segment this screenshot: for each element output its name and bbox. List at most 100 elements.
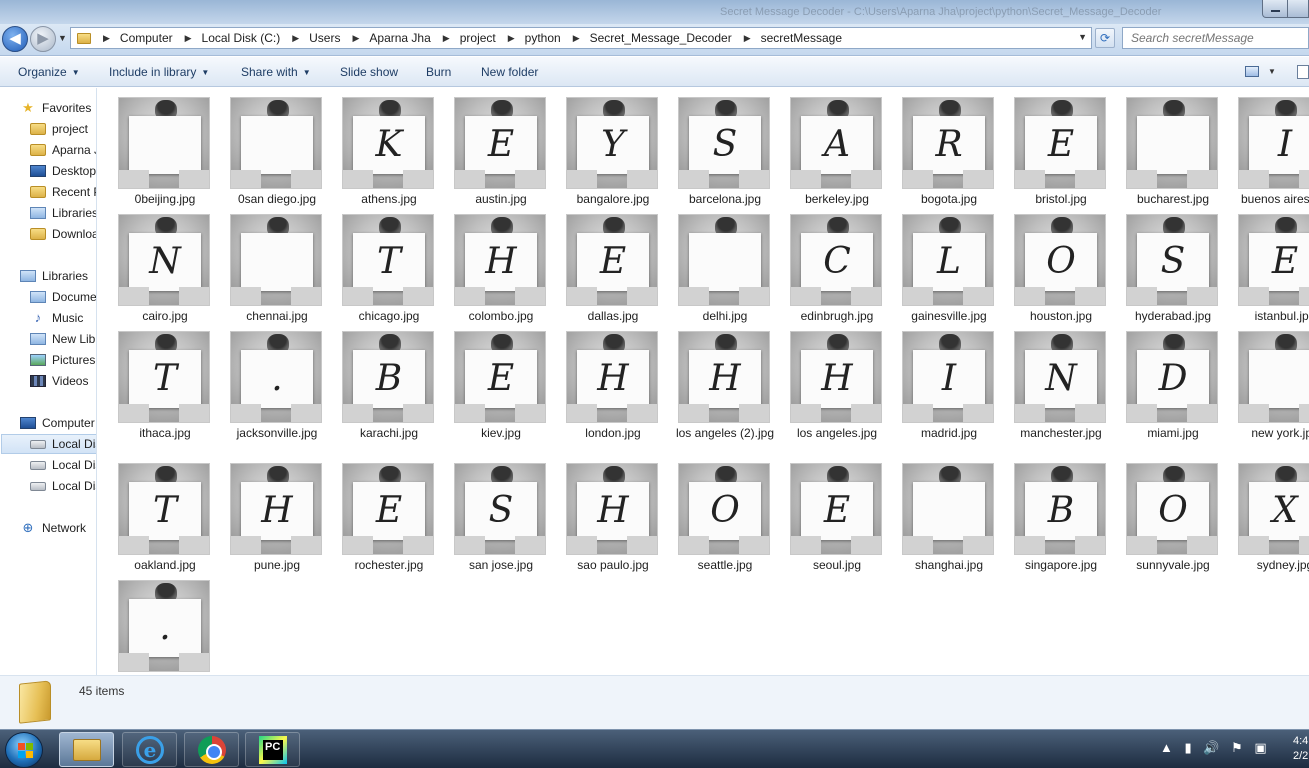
- taskbar-explorer-button[interactable]: [59, 732, 114, 767]
- file-item[interactable]: . jacksonville.jpg: [210, 322, 322, 441]
- nav-item[interactable]: New Libr: [30, 329, 96, 349]
- file-item[interactable]: Ibuenos aires.jpg: [1218, 88, 1309, 207]
- refresh-button[interactable]: ⟳: [1095, 28, 1115, 48]
- file-item[interactable]: Hcolombo.jpg: [434, 205, 546, 324]
- volume-icon[interactable]: 🔊: [1203, 740, 1219, 755]
- show-hidden-icons-icon[interactable]: ▲: [1160, 740, 1173, 755]
- file-item[interactable]: Osunnyvale.jpg: [1106, 454, 1218, 573]
- nav-item[interactable]: project: [30, 119, 88, 139]
- taskbar-pycharm-button[interactable]: PC: [245, 732, 300, 767]
- file-item[interactable]: Cedinbrugh.jpg: [770, 205, 882, 324]
- taskbar-ie-button[interactable]: e: [122, 732, 177, 767]
- start-button[interactable]: [5, 732, 43, 768]
- taskbar-chrome-button[interactable]: [184, 732, 239, 767]
- breadcrumb-item[interactable]: python: [525, 31, 561, 45]
- file-item[interactable]: Eseoul.jpg: [770, 454, 882, 573]
- file-item[interactable]: Aberkeley.jpg: [770, 88, 882, 207]
- file-item[interactable]: Imadrid.jpg: [882, 322, 994, 441]
- forward-button[interactable]: ▶: [30, 26, 56, 52]
- file-item[interactable]: Ybangalore.jpg: [546, 88, 658, 207]
- search-input[interactable]: [1123, 28, 1308, 48]
- file-item[interactable]: shanghai.jpg: [882, 454, 994, 573]
- nav-item[interactable]: Local Dis: [1, 434, 96, 454]
- organize-button[interactable]: Organize ▼: [18, 65, 80, 79]
- nav-item[interactable]: Pictures: [30, 350, 95, 370]
- nav-item[interactable]: ★ Favorites: [20, 98, 91, 118]
- new-folder-button[interactable]: New folder: [481, 65, 538, 79]
- nav-item[interactable]: ♪ Music: [30, 308, 84, 328]
- file-item[interactable]: Sbarcelona.jpg: [658, 88, 770, 207]
- share-with-button[interactable]: Share with ▼: [241, 65, 311, 79]
- nav-item[interactable]: Libraries: [30, 203, 96, 223]
- file-item[interactable]: Tchicago.jpg: [322, 205, 434, 324]
- breadcrumb-item[interactable]: Computer: [120, 31, 173, 45]
- file-item[interactable]: Bkarachi.jpg: [322, 322, 434, 441]
- nav-item[interactable]: Docume: [30, 287, 96, 307]
- nav-item[interactable]: Downloa: [30, 224, 96, 244]
- file-item[interactable]: Edallas.jpg: [546, 205, 658, 324]
- file-item[interactable]: Xsydney.jpg: [1218, 454, 1309, 573]
- breadcrumb-item[interactable]: Users: [309, 31, 340, 45]
- clock[interactable]: 4:4 2/2: [1293, 734, 1308, 764]
- change-view-icon[interactable]: [1245, 66, 1259, 77]
- file-item[interactable]: Toakland.jpg: [98, 454, 210, 573]
- breadcrumb-separator-icon[interactable]: ▶: [340, 33, 369, 44]
- breadcrumb-separator-icon[interactable]: ▶: [280, 33, 309, 44]
- file-item[interactable]: Erochester.jpg: [322, 454, 434, 573]
- nav-item[interactable]: Local Dis: [30, 455, 96, 475]
- file-item[interactable]: Hlos angeles.jpg: [770, 322, 882, 441]
- file-item[interactable]: Shyderabad.jpg: [1106, 205, 1218, 324]
- minimize-button[interactable]: [1262, 0, 1288, 18]
- file-item[interactable]: Hpune.jpg: [210, 454, 322, 573]
- file-item[interactable]: Bsingapore.jpg: [994, 454, 1106, 573]
- chevron-down-icon[interactable]: ▼: [1268, 67, 1276, 76]
- network-icon[interactable]: ▣: [1254, 740, 1266, 755]
- battery-icon[interactable]: ▮: [1185, 740, 1192, 755]
- breadcrumb-item[interactable]: Aparna Jha: [369, 31, 430, 45]
- back-button[interactable]: ◀: [2, 26, 28, 52]
- file-item[interactable]: Rbogota.jpg: [882, 88, 994, 207]
- slide-show-button[interactable]: Slide show: [340, 65, 398, 79]
- nav-item[interactable]: Desktop: [30, 161, 96, 181]
- file-item[interactable]: .: [98, 571, 210, 675]
- file-item[interactable]: Ohouston.jpg: [994, 205, 1106, 324]
- search-box[interactable]: [1122, 27, 1309, 49]
- action-center-flag-icon[interactable]: ⚑: [1231, 740, 1243, 755]
- nav-item[interactable]: Recent P: [30, 182, 96, 202]
- breadcrumb-item[interactable]: secretMessage: [761, 31, 842, 45]
- recent-pages-dropdown[interactable]: ▼: [58, 33, 67, 43]
- file-item[interactable]: Eistanbul.jpg: [1218, 205, 1309, 324]
- file-item[interactable]: delhi.jpg: [658, 205, 770, 324]
- breadcrumb-separator-icon[interactable]: ▶: [173, 33, 202, 44]
- file-item[interactable]: Dmiami.jpg: [1106, 322, 1218, 441]
- breadcrumb-separator-icon[interactable]: ▶: [431, 33, 460, 44]
- file-item[interactable]: 0beijing.jpg: [98, 88, 210, 207]
- breadcrumb-item[interactable]: Secret_Message_Decoder: [590, 31, 732, 45]
- file-item[interactable]: Eaustin.jpg: [434, 88, 546, 207]
- breadcrumb-separator-icon[interactable]: ▶: [561, 33, 590, 44]
- file-item[interactable]: Hsao paulo.jpg: [546, 454, 658, 573]
- file-item[interactable]: Ssan jose.jpg: [434, 454, 546, 573]
- nav-item[interactable]: Local Dis: [30, 476, 96, 496]
- file-item[interactable]: Ekiev.jpg: [434, 322, 546, 441]
- nav-item[interactable]: Computer: [20, 413, 95, 433]
- file-item[interactable]: Tithaca.jpg: [98, 322, 210, 441]
- file-item[interactable]: Ncairo.jpg: [98, 205, 210, 324]
- file-item[interactable]: new york.jpg: [1218, 322, 1309, 441]
- breadcrumb-item[interactable]: project: [460, 31, 496, 45]
- address-bar[interactable]: ▶ Computer ▶ Local Disk (C:) ▶ Users ▶ Aparna J…: [70, 27, 1092, 49]
- breadcrumb-item[interactable]: Local Disk (C:): [202, 31, 281, 45]
- file-item[interactable]: Kathens.jpg: [322, 88, 434, 207]
- preview-pane-icon[interactable]: [1297, 65, 1309, 79]
- file-item[interactable]: Oseattle.jpg: [658, 454, 770, 573]
- file-item[interactable]: Lgainesville.jpg: [882, 205, 994, 324]
- chevron-down-icon[interactable]: ▼: [1078, 32, 1087, 42]
- nav-item[interactable]: Videos: [30, 371, 88, 391]
- file-item[interactable]: bucharest.jpg: [1106, 88, 1218, 207]
- file-item[interactable]: chennai.jpg: [210, 205, 322, 324]
- file-item[interactable]: Hlondon.jpg: [546, 322, 658, 441]
- breadcrumb-separator-icon[interactable]: ▶: [496, 33, 525, 44]
- file-item[interactable]: Nmanchester.jpg: [994, 322, 1106, 441]
- file-item[interactable]: 0san diego.jpg: [210, 88, 322, 207]
- include-in-library-button[interactable]: Include in library ▼: [109, 65, 209, 79]
